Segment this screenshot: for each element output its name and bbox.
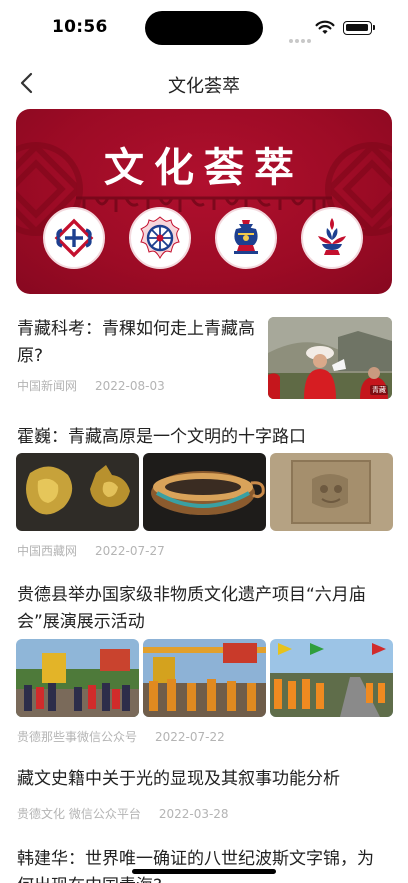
treasure-vase-emblem-icon: [215, 207, 277, 269]
article-thumbnail: 青藏: [268, 317, 392, 399]
article-source: 中国西藏网: [17, 544, 78, 558]
article-thumbnail: [270, 639, 393, 717]
culture-banner[interactable]: 文化荟萃: [16, 109, 392, 294]
dharma-wheel-emblem-icon: [129, 207, 191, 269]
article-title: 霍巍：青藏高原是一个文明的十字路口: [17, 427, 306, 447]
article-source: 贵德那些事微信公众号: [17, 730, 138, 744]
article-title: 藏文史籍中关于光的显现及其叙事功能分析: [17, 769, 340, 789]
wifi-icon: [315, 20, 335, 39]
nav-bar: 文化荟萃: [0, 60, 408, 106]
article-source: 贵德文化 微信公众平台: [17, 807, 141, 821]
lotus-emblem-icon: [301, 207, 363, 269]
article-thumbnail: [16, 639, 139, 717]
thumbnail-badge: 青藏: [370, 385, 388, 395]
article-meta: 中国西藏网 2022-07-27: [17, 542, 165, 559]
article-thumbnail: [270, 453, 393, 531]
article-thumbnail: [143, 453, 266, 531]
article-item[interactable]: 韩建华：世界唯一确证的八世纪波斯文字锦，为何出现在中国青海?: [0, 838, 408, 883]
tibetan-script-ornament: [76, 196, 332, 212]
article-date: 2022-08-03: [95, 379, 165, 393]
article-title: 贵德县举办国家级非物质文化遗产项目“六月庙会”展演展示活动: [17, 585, 366, 632]
endless-knot-emblem-icon: [43, 207, 105, 269]
dynamic-island: [145, 11, 263, 45]
banner-title: 文化荟萃: [104, 144, 304, 191]
article-thumbnail: [16, 453, 139, 531]
page-title: 文化荟萃: [168, 76, 240, 97]
article-meta: 贵德文化 微信公众平台 2022-03-28: [17, 805, 229, 822]
article-title: 韩建华：世界唯一确证的八世纪波斯文字锦，为何出现在中国青海?: [17, 849, 374, 883]
article-item[interactable]: 青藏科考：青稞如何走上青藏高原? 中国新闻网 2022-08-03 青藏: [0, 300, 408, 412]
article-date: 2022-03-28: [158, 807, 229, 821]
article-meta: 中国新闻网 2022-08-03: [17, 377, 165, 394]
article-item[interactable]: 贵德县举办国家级非物质文化遗产项目“六月庙会”展演展示活动 贵德那些事微信公众号…: [0, 562, 408, 748]
article-thumbnail: [143, 639, 266, 717]
article-date: 2022-07-27: [95, 544, 165, 558]
article-item[interactable]: 藏文史籍中关于光的显现及其叙事功能分析 贵德文化 微信公众平台 2022-03-2…: [0, 748, 408, 838]
article-meta: 贵德那些事微信公众号 2022-07-22: [17, 728, 225, 745]
article-date: 2022-07-22: [155, 730, 225, 744]
home-indicator: [132, 869, 276, 874]
article-title: 青藏科考：青稞如何走上青藏高原?: [17, 319, 255, 366]
battery-icon: [343, 21, 375, 35]
article-source: 中国新闻网: [17, 379, 78, 393]
cellular-signal-icon: [289, 28, 313, 47]
status-bar: 10:56: [0, 0, 408, 56]
article-item[interactable]: 霍巍：青藏高原是一个文明的十字路口 中国西藏网 2022-07-27: [0, 412, 408, 562]
status-time: 10:56: [52, 17, 108, 37]
